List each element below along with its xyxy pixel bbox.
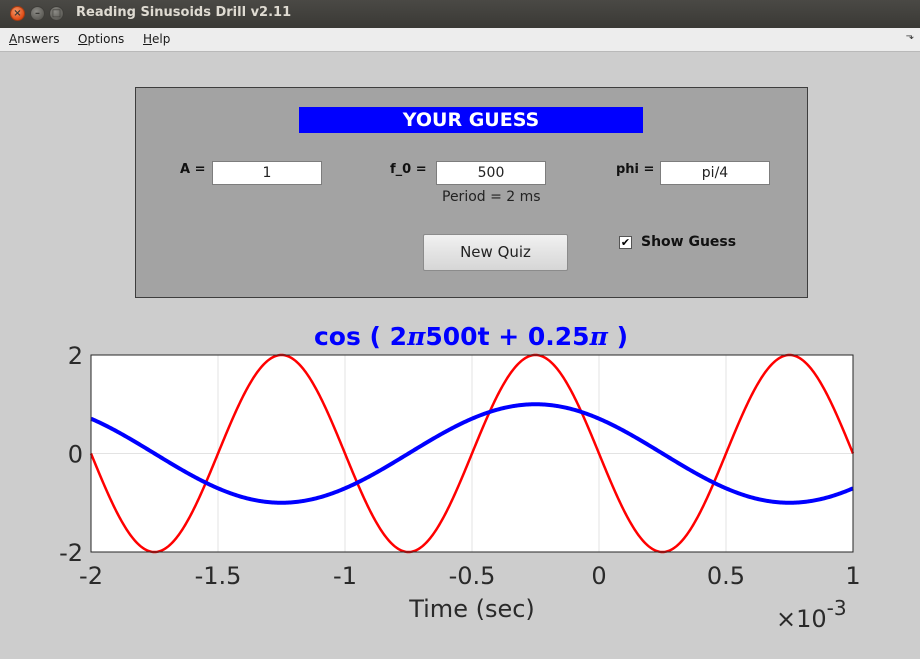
x-tick-label: -1 — [333, 562, 357, 590]
y-tick-label: 0 — [68, 441, 83, 469]
x-tick-label: 0.5 — [707, 562, 745, 590]
x-tick-label: -1.5 — [195, 562, 242, 590]
x-tick-label: 0 — [591, 562, 606, 590]
y-tick-label: -2 — [59, 539, 83, 567]
sinusoid-plot: -2 -1.5 -1 -0.5 0 0.5 1-202 Time (sec) ×10-3 — [59, 342, 861, 633]
x-tick-label: 1 — [845, 562, 860, 590]
y-tick-label: 2 — [68, 342, 83, 370]
x-tick-label: -0.5 — [449, 562, 496, 590]
x-scale-label: ×10-3 — [776, 596, 847, 633]
x-axis-label: Time (sec) — [408, 595, 535, 623]
